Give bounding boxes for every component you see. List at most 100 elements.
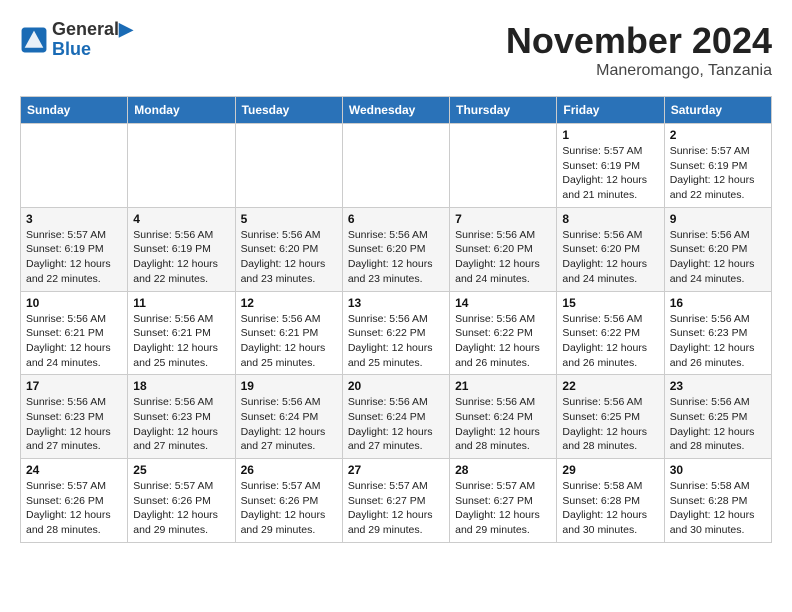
day-number: 26 bbox=[241, 463, 337, 477]
day-info: Sunrise: 5:56 AM Sunset: 6:21 PM Dayligh… bbox=[241, 312, 337, 371]
calendar-day-cell: 20Sunrise: 5:56 AM Sunset: 6:24 PM Dayli… bbox=[342, 375, 449, 459]
calendar-day-cell: 30 Sunrise: 5:58 AM Sunset: 6:28 PM Dayli… bbox=[664, 459, 771, 543]
weekday-header-thursday: Thursday bbox=[450, 97, 557, 124]
calendar-week-row: 10Sunrise: 5:56 AM Sunset: 6:21 PM Dayli… bbox=[21, 291, 772, 375]
day-number: 7 bbox=[455, 212, 551, 226]
calendar-day-cell: 6 Sunrise: 5:56 AM Sunset: 6:20 PM Daylig… bbox=[342, 207, 449, 291]
day-info: Sunrise: 5:56 AM Sunset: 6:25 PM Dayligh… bbox=[670, 395, 766, 454]
day-number: 28 bbox=[455, 463, 551, 477]
day-number: 3 bbox=[26, 212, 122, 226]
calendar-day-cell: 9Sunrise: 5:56 AM Sunset: 6:20 PM Daylig… bbox=[664, 207, 771, 291]
day-info: Sunrise: 5:56 AM Sunset: 6:19 PM Dayligh… bbox=[133, 228, 229, 287]
calendar-day-cell: 3 Sunrise: 5:57 AM Sunset: 6:19 PM Daylig… bbox=[21, 207, 128, 291]
month-title: November 2024 bbox=[506, 20, 772, 62]
calendar-day-cell: 27 Sunrise: 5:57 AM Sunset: 6:27 PM Dayli… bbox=[342, 459, 449, 543]
day-info: Sunrise: 5:56 AM Sunset: 6:20 PM Dayligh… bbox=[670, 228, 766, 287]
calendar-day-cell: 4Sunrise: 5:56 AM Sunset: 6:19 PM Daylig… bbox=[128, 207, 235, 291]
weekday-header-sunday: Sunday bbox=[21, 97, 128, 124]
day-number: 24 bbox=[26, 463, 122, 477]
calendar-day-cell: 13 Sunrise: 5:56 AM Sunset: 6:22 PM Dayli… bbox=[342, 291, 449, 375]
day-info: Sunrise: 5:58 AM Sunset: 6:28 PM Dayligh… bbox=[670, 479, 766, 538]
calendar-day-cell: 29Sunrise: 5:58 AM Sunset: 6:28 PM Dayli… bbox=[557, 459, 664, 543]
day-info: Sunrise: 5:56 AM Sunset: 6:25 PM Dayligh… bbox=[562, 395, 658, 454]
day-info: Sunrise: 5:57 AM Sunset: 6:27 PM Dayligh… bbox=[455, 479, 551, 538]
calendar-day-cell: 23 Sunrise: 5:56 AM Sunset: 6:25 PM Dayli… bbox=[664, 375, 771, 459]
day-info: Sunrise: 5:57 AM Sunset: 6:27 PM Dayligh… bbox=[348, 479, 444, 538]
day-info: Sunrise: 5:58 AM Sunset: 6:28 PM Dayligh… bbox=[562, 479, 658, 538]
day-info: Sunrise: 5:57 AM Sunset: 6:26 PM Dayligh… bbox=[26, 479, 122, 538]
calendar-day-cell: 21 Sunrise: 5:56 AM Sunset: 6:24 PM Dayli… bbox=[450, 375, 557, 459]
weekday-header-friday: Friday bbox=[557, 97, 664, 124]
day-info: Sunrise: 5:56 AM Sunset: 6:20 PM Dayligh… bbox=[348, 228, 444, 287]
day-number: 16 bbox=[670, 296, 766, 310]
calendar-day-cell: 1 Sunrise: 5:57 AM Sunset: 6:19 PM Daylig… bbox=[557, 124, 664, 208]
calendar-week-row: 24 Sunrise: 5:57 AM Sunset: 6:26 PM Dayli… bbox=[21, 459, 772, 543]
calendar-day-cell: 15 Sunrise: 5:56 AM Sunset: 6:22 PM Dayli… bbox=[557, 291, 664, 375]
calendar-day-cell: 12 Sunrise: 5:56 AM Sunset: 6:21 PM Dayli… bbox=[235, 291, 342, 375]
day-number: 17 bbox=[26, 379, 122, 393]
day-info: Sunrise: 5:56 AM Sunset: 6:20 PM Dayligh… bbox=[562, 228, 658, 287]
day-number: 13 bbox=[348, 296, 444, 310]
calendar-day-cell bbox=[235, 124, 342, 208]
day-info: Sunrise: 5:56 AM Sunset: 6:24 PM Dayligh… bbox=[348, 395, 444, 454]
day-info: Sunrise: 5:56 AM Sunset: 6:23 PM Dayligh… bbox=[26, 395, 122, 454]
day-info: Sunrise: 5:56 AM Sunset: 6:23 PM Dayligh… bbox=[133, 395, 229, 454]
calendar-day-cell: 22 Sunrise: 5:56 AM Sunset: 6:25 PM Dayli… bbox=[557, 375, 664, 459]
day-number: 1 bbox=[562, 128, 658, 142]
calendar-week-row: 17 Sunrise: 5:56 AM Sunset: 6:23 PM Dayli… bbox=[21, 375, 772, 459]
logo: General▶ Blue bbox=[20, 20, 133, 60]
calendar-day-cell bbox=[21, 124, 128, 208]
day-number: 27 bbox=[348, 463, 444, 477]
calendar-day-cell: 2 Sunrise: 5:57 AM Sunset: 6:19 PM Daylig… bbox=[664, 124, 771, 208]
day-info: Sunrise: 5:56 AM Sunset: 6:20 PM Dayligh… bbox=[241, 228, 337, 287]
day-info: Sunrise: 5:56 AM Sunset: 6:20 PM Dayligh… bbox=[455, 228, 551, 287]
subtitle: Maneromango, Tanzania bbox=[506, 62, 772, 80]
day-info: Sunrise: 5:56 AM Sunset: 6:22 PM Dayligh… bbox=[562, 312, 658, 371]
day-number: 25 bbox=[133, 463, 229, 477]
calendar-day-cell: 17 Sunrise: 5:56 AM Sunset: 6:23 PM Dayli… bbox=[21, 375, 128, 459]
day-number: 30 bbox=[670, 463, 766, 477]
calendar-day-cell: 24 Sunrise: 5:57 AM Sunset: 6:26 PM Dayli… bbox=[21, 459, 128, 543]
calendar-day-cell: 19Sunrise: 5:56 AM Sunset: 6:24 PM Dayli… bbox=[235, 375, 342, 459]
calendar-day-cell: 8Sunrise: 5:56 AM Sunset: 6:20 PM Daylig… bbox=[557, 207, 664, 291]
day-info: Sunrise: 5:56 AM Sunset: 6:24 PM Dayligh… bbox=[455, 395, 551, 454]
weekday-header-row: SundayMondayTuesdayWednesdayThursdayFrid… bbox=[21, 97, 772, 124]
day-info: Sunrise: 5:56 AM Sunset: 6:23 PM Dayligh… bbox=[670, 312, 766, 371]
logo-text: General▶ Blue bbox=[52, 20, 133, 60]
title-block: November 2024 Maneromango, Tanzania bbox=[506, 20, 772, 80]
calendar-day-cell bbox=[128, 124, 235, 208]
calendar-day-cell: 7 Sunrise: 5:56 AM Sunset: 6:20 PM Daylig… bbox=[450, 207, 557, 291]
day-number: 11 bbox=[133, 296, 229, 310]
calendar-day-cell: 14Sunrise: 5:56 AM Sunset: 6:22 PM Dayli… bbox=[450, 291, 557, 375]
day-info: Sunrise: 5:57 AM Sunset: 6:19 PM Dayligh… bbox=[670, 144, 766, 203]
day-info: Sunrise: 5:56 AM Sunset: 6:21 PM Dayligh… bbox=[133, 312, 229, 371]
calendar-day-cell: 16 Sunrise: 5:56 AM Sunset: 6:23 PM Dayli… bbox=[664, 291, 771, 375]
day-info: Sunrise: 5:57 AM Sunset: 6:19 PM Dayligh… bbox=[26, 228, 122, 287]
day-info: Sunrise: 5:57 AM Sunset: 6:26 PM Dayligh… bbox=[133, 479, 229, 538]
day-info: Sunrise: 5:56 AM Sunset: 6:21 PM Dayligh… bbox=[26, 312, 122, 371]
day-number: 12 bbox=[241, 296, 337, 310]
calendar-day-cell: 18 Sunrise: 5:56 AM Sunset: 6:23 PM Dayli… bbox=[128, 375, 235, 459]
day-info: Sunrise: 5:56 AM Sunset: 6:22 PM Dayligh… bbox=[455, 312, 551, 371]
day-number: 2 bbox=[670, 128, 766, 142]
calendar-day-cell: 25 Sunrise: 5:57 AM Sunset: 6:26 PM Dayli… bbox=[128, 459, 235, 543]
calendar-week-row: 3 Sunrise: 5:57 AM Sunset: 6:19 PM Daylig… bbox=[21, 207, 772, 291]
calendar-day-cell bbox=[450, 124, 557, 208]
weekday-header-monday: Monday bbox=[128, 97, 235, 124]
day-info: Sunrise: 5:56 AM Sunset: 6:22 PM Dayligh… bbox=[348, 312, 444, 371]
logo-icon bbox=[20, 26, 48, 54]
day-number: 19 bbox=[241, 379, 337, 393]
calendar-day-cell: 11 Sunrise: 5:56 AM Sunset: 6:21 PM Dayli… bbox=[128, 291, 235, 375]
day-number: 6 bbox=[348, 212, 444, 226]
day-number: 21 bbox=[455, 379, 551, 393]
day-number: 23 bbox=[670, 379, 766, 393]
calendar: SundayMondayTuesdayWednesdayThursdayFrid… bbox=[20, 96, 772, 543]
calendar-day-cell: 5Sunrise: 5:56 AM Sunset: 6:20 PM Daylig… bbox=[235, 207, 342, 291]
calendar-week-row: 1 Sunrise: 5:57 AM Sunset: 6:19 PM Daylig… bbox=[21, 124, 772, 208]
calendar-day-cell: 10Sunrise: 5:56 AM Sunset: 6:21 PM Dayli… bbox=[21, 291, 128, 375]
weekday-header-saturday: Saturday bbox=[664, 97, 771, 124]
day-number: 15 bbox=[562, 296, 658, 310]
day-number: 18 bbox=[133, 379, 229, 393]
day-number: 22 bbox=[562, 379, 658, 393]
day-info: Sunrise: 5:57 AM Sunset: 6:19 PM Dayligh… bbox=[562, 144, 658, 203]
